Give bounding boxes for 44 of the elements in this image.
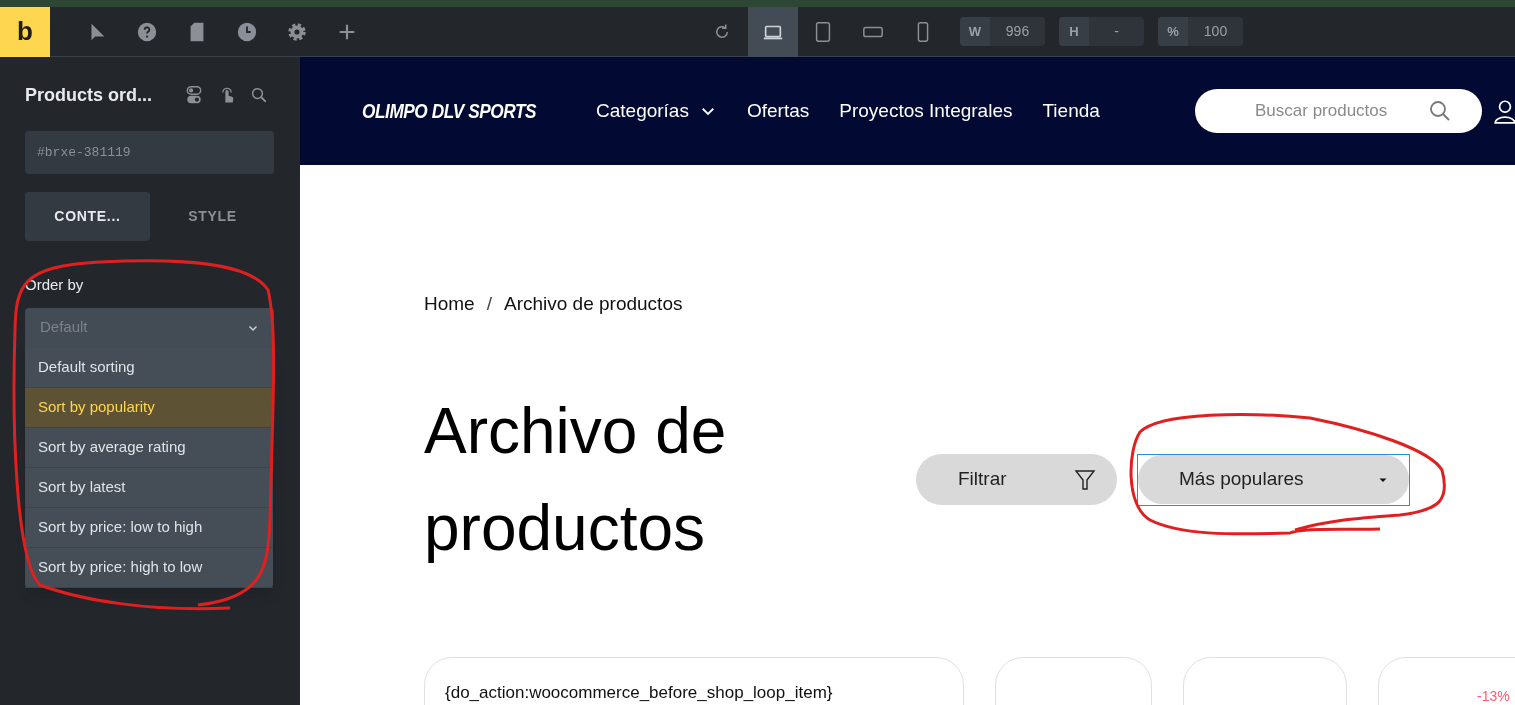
nav-link[interactable]: Categorías xyxy=(596,96,717,126)
settings-icon[interactable] xyxy=(286,20,308,43)
panel-tab[interactable]: CONTE... xyxy=(25,192,150,241)
nav-link[interactable]: Proyectos Integrales xyxy=(839,96,1013,126)
dropdown-option[interactable]: Sort by popularity xyxy=(25,387,273,428)
panel-title: Products ord... xyxy=(25,83,153,107)
sort-select[interactable]: Más populares xyxy=(1137,453,1410,506)
search-field[interactable]: Buscar productos xyxy=(1195,89,1482,133)
field-label: H xyxy=(1059,17,1089,46)
card-text: {do_action:woocommerce_before_shop_loop_item} xyxy=(445,681,833,704)
size-field[interactable]: % 100 xyxy=(1158,17,1243,46)
panel-tab[interactable]: STYLE xyxy=(150,192,275,241)
select-placeholder: Default xyxy=(40,317,88,338)
dropdown-option[interactable]: Default sorting xyxy=(25,347,273,388)
size-field[interactable]: W 996 xyxy=(960,17,1045,46)
dropdown-option[interactable]: Sort by price: high to low xyxy=(25,547,273,588)
site-logo[interactable]: OLIMPO DLV SPORTS xyxy=(362,95,554,127)
field-label: % xyxy=(1158,17,1188,46)
size-field[interactable]: H - xyxy=(1059,17,1144,46)
breadcrumb-link[interactable]: Home xyxy=(424,290,475,319)
device-button[interactable] xyxy=(748,6,798,57)
element-id-field[interactable]: #brxe-381119 xyxy=(25,131,274,174)
toggle-icon[interactable] xyxy=(184,84,204,106)
search-icon[interactable] xyxy=(1428,99,1452,123)
breadcrumb-separator: / xyxy=(486,292,492,316)
nav-link[interactable]: Ofertas xyxy=(746,96,810,126)
field-label: W xyxy=(960,17,990,46)
field-value: 100 xyxy=(1202,22,1229,41)
logo[interactable]: b xyxy=(0,6,50,57)
clock-icon[interactable] xyxy=(236,20,258,43)
dropdown-option[interactable]: Sort by latest xyxy=(25,467,273,508)
discount-label: -13% xyxy=(1477,687,1510,704)
filter-icon xyxy=(1073,467,1097,492)
breadcrumb-current: Archivo de productos xyxy=(503,292,683,316)
field-value: 996 xyxy=(1004,22,1031,41)
nav-link[interactable]: Tienda xyxy=(1042,96,1100,126)
dropdown-option[interactable]: Sort by price: low to high xyxy=(25,507,273,548)
search-icon[interactable] xyxy=(250,86,268,104)
field-value: - xyxy=(1113,22,1120,41)
dropdown-option[interactable]: Sort by average rating xyxy=(25,427,273,468)
help-icon[interactable] xyxy=(136,20,158,43)
page-heading: Archivo de productos xyxy=(424,393,728,566)
filter-button[interactable]: Filtrar xyxy=(916,454,1117,505)
reload-icon[interactable] xyxy=(713,22,731,41)
